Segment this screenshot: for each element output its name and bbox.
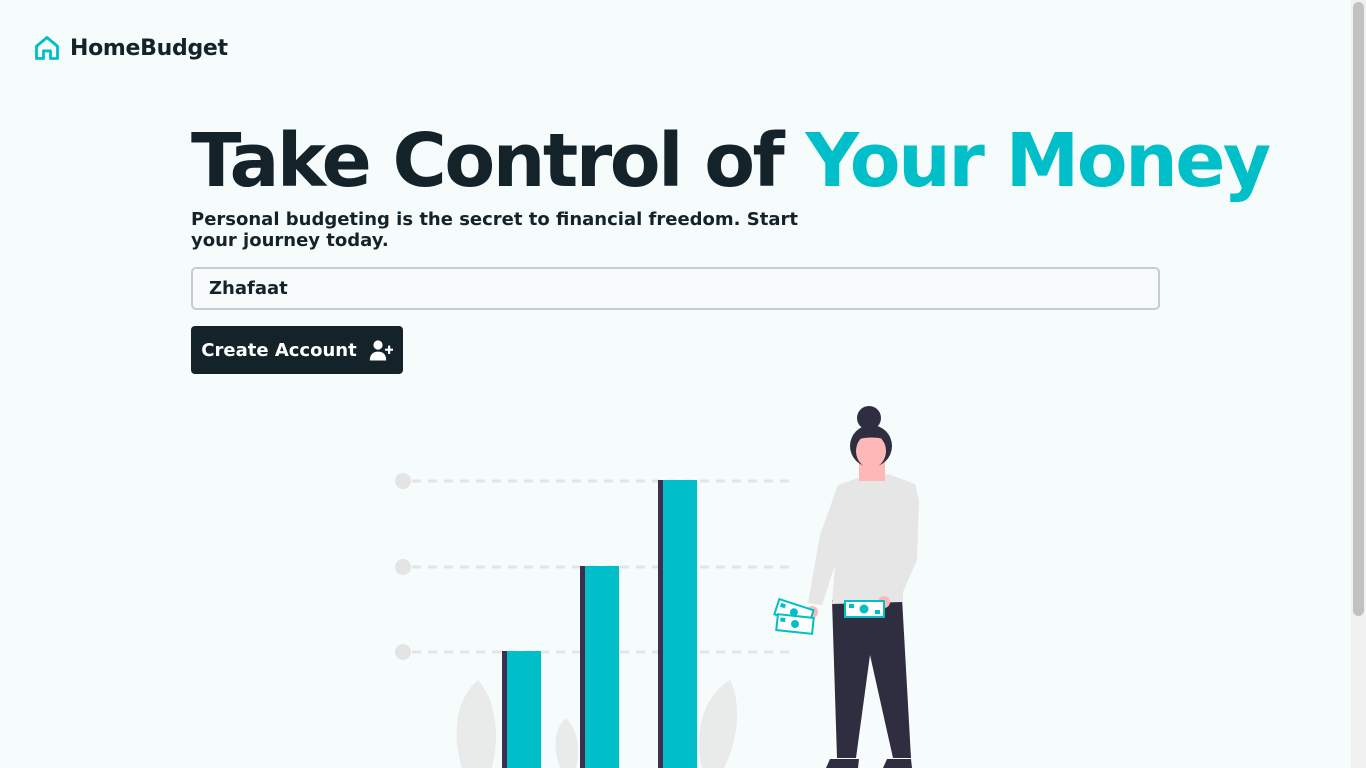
woman-figure bbox=[806, 406, 919, 768]
bar-medium bbox=[580, 566, 619, 768]
bar-small bbox=[502, 651, 541, 768]
scrollbar-track[interactable] bbox=[1351, 0, 1366, 768]
bar-large bbox=[658, 480, 697, 768]
scrollbar-thumb[interactable] bbox=[1353, 2, 1364, 616]
hero-illustration bbox=[395, 406, 919, 768]
chart-grid-dots bbox=[395, 473, 411, 660]
